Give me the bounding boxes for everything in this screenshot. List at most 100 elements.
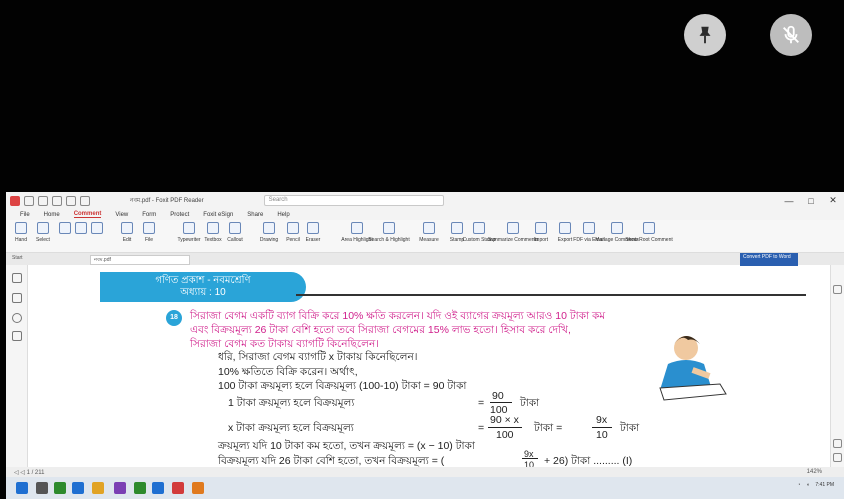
document-tab[interactable]: নবম.pdf — [90, 255, 190, 265]
taskbar-app-icon[interactable] — [36, 482, 48, 494]
convert-button[interactable]: Convert PDF to Word — [740, 253, 798, 266]
save-icon[interactable] — [38, 195, 48, 206]
share-panel-icon[interactable] — [833, 439, 842, 448]
unit-label: টাকা — [520, 397, 540, 409]
print-icon[interactable] — [52, 195, 62, 206]
ribbon-label: Show Root Comment — [625, 237, 673, 243]
page-navigator[interactable]: ◁ ◁ 1 / 211 — [14, 469, 44, 476]
taskbar-app-icon[interactable] — [152, 482, 164, 494]
ribbon-button[interactable]: Measure — [418, 222, 440, 243]
tool-icon — [535, 222, 547, 234]
bookmark-icon[interactable] — [12, 273, 22, 283]
ribbon-label: Textbox — [204, 237, 222, 243]
mic-off-button[interactable] — [770, 14, 812, 56]
ribbon-button[interactable]: Callout — [224, 222, 246, 243]
ribbon-button[interactable]: Import — [530, 222, 552, 243]
tool-icon — [559, 222, 571, 234]
ribbon-button[interactable]: Textbox — [202, 222, 224, 243]
ribbon-label: Hand — [15, 237, 27, 243]
menu-comment[interactable]: Comment — [73, 211, 102, 218]
ribbon-button[interactable]: Edit — [116, 222, 138, 243]
ribbon-button[interactable]: File — [138, 222, 160, 243]
comment-panel-icon[interactable] — [833, 285, 842, 294]
taskbar-app-icon[interactable] — [16, 482, 28, 494]
fraction-denominator: 10 — [596, 429, 608, 441]
ribbon-label: Measure — [419, 237, 439, 243]
menu-file[interactable]: File — [20, 212, 30, 218]
tool-icon — [121, 222, 133, 234]
close-icon[interactable]: ✕ — [822, 195, 844, 206]
layers-icon[interactable] — [12, 313, 22, 323]
redo-icon[interactable] — [80, 195, 90, 206]
unit-label: টাকা — [620, 422, 640, 434]
menu-view[interactable]: View — [115, 212, 128, 218]
taskbar-app-icon[interactable] — [114, 482, 126, 494]
equals-sign: = — [478, 422, 485, 434]
fraction-numerator: 90 × x — [490, 414, 519, 426]
taskbar-app-icon[interactable] — [72, 482, 84, 494]
clock[interactable]: 7:41 PM — [815, 482, 834, 488]
open-icon[interactable] — [24, 195, 34, 206]
tool-icon — [383, 222, 395, 234]
ribbon-button[interactable]: Show Root Comment — [625, 222, 673, 243]
pin-button[interactable] — [684, 14, 726, 56]
taskbar-app-icon[interactable] — [172, 482, 184, 494]
ribbon-button[interactable]: Area Highlight — [341, 222, 373, 243]
fraction-denominator: 100 — [496, 429, 514, 441]
ribbon-button[interactable]: Typewriter — [177, 222, 201, 243]
ribbon-button[interactable] — [86, 222, 108, 237]
search-input[interactable]: Search — [263, 195, 444, 206]
zoom-level[interactable]: 142% — [807, 469, 822, 475]
ribbon-label: Pencil — [286, 237, 300, 243]
taskbar-app-icon[interactable] — [134, 482, 146, 494]
tool-icon — [507, 222, 519, 234]
question-number: 18 — [166, 310, 182, 326]
menu-esign[interactable]: Foxit eSign — [203, 212, 233, 218]
taskbar: ◔ ◖ 7:41 PM — [6, 477, 844, 499]
menu-share[interactable]: Share — [247, 212, 263, 218]
ribbon-button[interactable]: Summarize Comments — [488, 222, 538, 243]
settings-panel-icon[interactable] — [833, 453, 842, 462]
tool-icon — [351, 222, 363, 234]
undo-icon[interactable] — [66, 195, 76, 206]
minimize-icon[interactable]: — — [778, 196, 800, 206]
start-tab[interactable]: Start — [12, 255, 23, 261]
taskbar-app-icon[interactable] — [192, 482, 204, 494]
menu-form[interactable]: Form — [142, 212, 156, 218]
wifi-icon[interactable]: ◔ — [797, 482, 800, 488]
title-bar: নবম.pdf - Foxit PDF Reader Search — □ ✕ — [6, 192, 844, 209]
maximize-icon[interactable]: □ — [800, 196, 822, 206]
menu-protect[interactable]: Protect — [170, 212, 189, 218]
solution-line: 1 টাকা ক্রয়মূল্য হলে বিক্রয়মূল্য — [228, 397, 355, 409]
attachment-icon[interactable] — [12, 331, 22, 341]
ribbon-button[interactable]: Eraser — [302, 222, 324, 243]
pdf-reader-window: নবম.pdf - Foxit PDF Reader Search — □ ✕ … — [6, 192, 844, 499]
tool-icon — [451, 222, 463, 234]
left-panel — [6, 265, 28, 467]
ribbon-button[interactable]: Search & Highlight — [368, 222, 410, 243]
pages-icon[interactable] — [12, 293, 22, 303]
solution-line: + 26) টাকা ......... (I) — [544, 455, 633, 467]
fraction-numerator: 90 — [492, 390, 504, 402]
volume-icon[interactable]: ◖ — [806, 482, 809, 488]
taskbar-app-icon[interactable] — [54, 482, 66, 494]
tool-icon — [263, 222, 275, 234]
tool-icon — [37, 222, 49, 234]
ribbon-toolbar: Hand Select Edit File Typewriter Textbox Callo… — [6, 220, 844, 253]
ribbon-button[interactable]: Select — [32, 222, 54, 243]
ribbon-label: File — [144, 237, 154, 243]
ribbon-button[interactable]: Pencil — [282, 222, 304, 243]
taskbar-app-icon[interactable] — [92, 482, 104, 494]
solution-line: 10% ক্ষতিতে বিক্রি করেন। অর্থাৎ, — [218, 366, 358, 378]
chapter-banner: গণিত প্রকাশ - নবমশ্রেণি অধ্যায় : 10 — [100, 272, 306, 302]
ribbon-button[interactable]: Hand — [10, 222, 32, 243]
menu-home[interactable]: Home — [44, 212, 60, 218]
ribbon-button[interactable]: Drawing — [258, 222, 280, 243]
equals-sign: = — [478, 397, 485, 409]
ribbon-label: Typewriter — [177, 237, 201, 243]
app-icon — [10, 195, 20, 206]
window-controls: — □ ✕ — [778, 192, 844, 209]
menu-help[interactable]: Help — [277, 212, 289, 218]
ribbon-label: Callout — [227, 237, 243, 243]
solution-line: বিক্রয়মূল্য যদি 26 টাকা বেশি হতো, তখন ব… — [218, 455, 445, 467]
